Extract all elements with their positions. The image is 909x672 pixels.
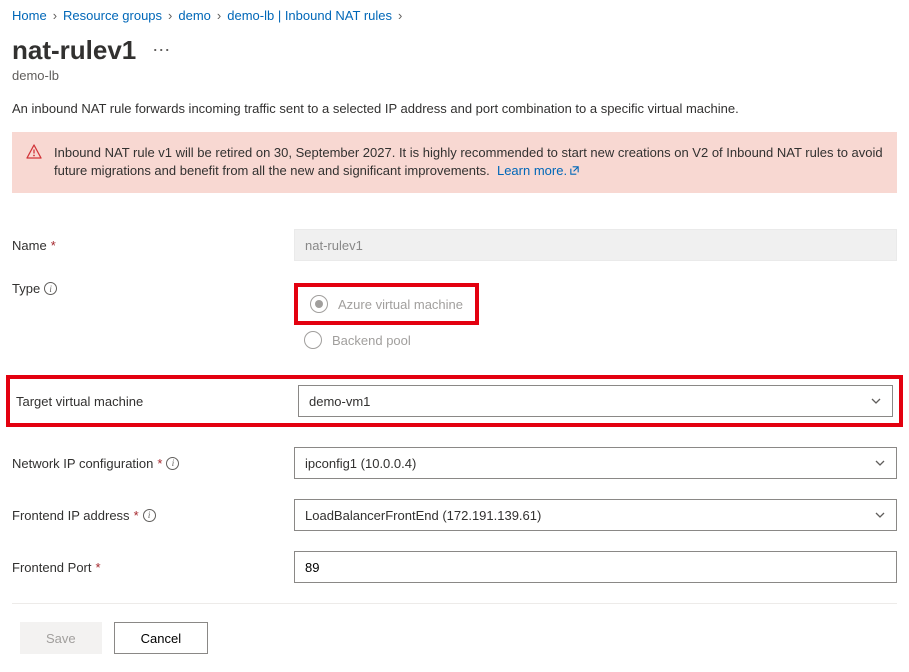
- chevron-right-icon: ›: [398, 8, 402, 23]
- cancel-button[interactable]: Cancel: [114, 622, 208, 654]
- save-button: Save: [20, 622, 102, 654]
- page-subtitle: demo-lb: [12, 68, 897, 83]
- info-icon[interactable]: i: [166, 457, 179, 470]
- chevron-right-icon: ›: [217, 8, 221, 23]
- frontend-ip-label: Frontend IP address * i: [12, 508, 294, 523]
- name-input: [294, 229, 897, 261]
- warning-triangle-icon: [26, 144, 42, 181]
- external-link-icon: [569, 163, 580, 181]
- learn-more-link[interactable]: Learn more.: [497, 163, 580, 178]
- radio-icon: [310, 295, 328, 313]
- footer-actions: Save Cancel: [12, 603, 897, 672]
- breadcrumb: Home › Resource groups › demo › demo-lb …: [12, 0, 897, 33]
- page-description: An inbound NAT rule forwards incoming tr…: [12, 101, 897, 116]
- chevron-right-icon: ›: [53, 8, 57, 23]
- more-menu-button[interactable]: ⋯: [152, 40, 172, 61]
- chevron-right-icon: ›: [168, 8, 172, 23]
- network-ip-label: Network IP configuration * i: [12, 456, 294, 471]
- frontend-ip-select[interactable]: LoadBalancerFrontEnd (172.191.139.61): [294, 499, 897, 531]
- warning-text: Inbound NAT rule v1 will be retired on 3…: [54, 144, 883, 181]
- page-title: nat-rulev1: [12, 35, 136, 66]
- target-vm-select[interactable]: demo-vm1: [298, 385, 893, 417]
- radio-azure-vm[interactable]: Azure virtual machine: [300, 289, 473, 319]
- info-icon[interactable]: i: [143, 509, 156, 522]
- radio-backend-pool[interactable]: Backend pool: [294, 325, 897, 355]
- breadcrumb-link-inbound-nat[interactable]: demo-lb | Inbound NAT rules: [227, 8, 392, 23]
- chevron-down-icon: [874, 509, 886, 521]
- frontend-port-input[interactable]: [294, 551, 897, 583]
- name-label: Name *: [12, 238, 294, 253]
- breadcrumb-link-resource-groups[interactable]: Resource groups: [63, 8, 162, 23]
- target-vm-label: Target virtual machine: [16, 394, 298, 409]
- chevron-down-icon: [870, 395, 882, 407]
- chevron-down-icon: [874, 457, 886, 469]
- breadcrumb-link-demo[interactable]: demo: [178, 8, 211, 23]
- radio-icon: [304, 331, 322, 349]
- type-label: Type i: [12, 281, 294, 296]
- frontend-port-label: Frontend Port *: [12, 560, 294, 575]
- breadcrumb-link-home[interactable]: Home: [12, 8, 47, 23]
- network-ip-select[interactable]: ipconfig1 (10.0.0.4): [294, 447, 897, 479]
- warning-banner: Inbound NAT rule v1 will be retired on 3…: [12, 132, 897, 193]
- info-icon[interactable]: i: [44, 282, 57, 295]
